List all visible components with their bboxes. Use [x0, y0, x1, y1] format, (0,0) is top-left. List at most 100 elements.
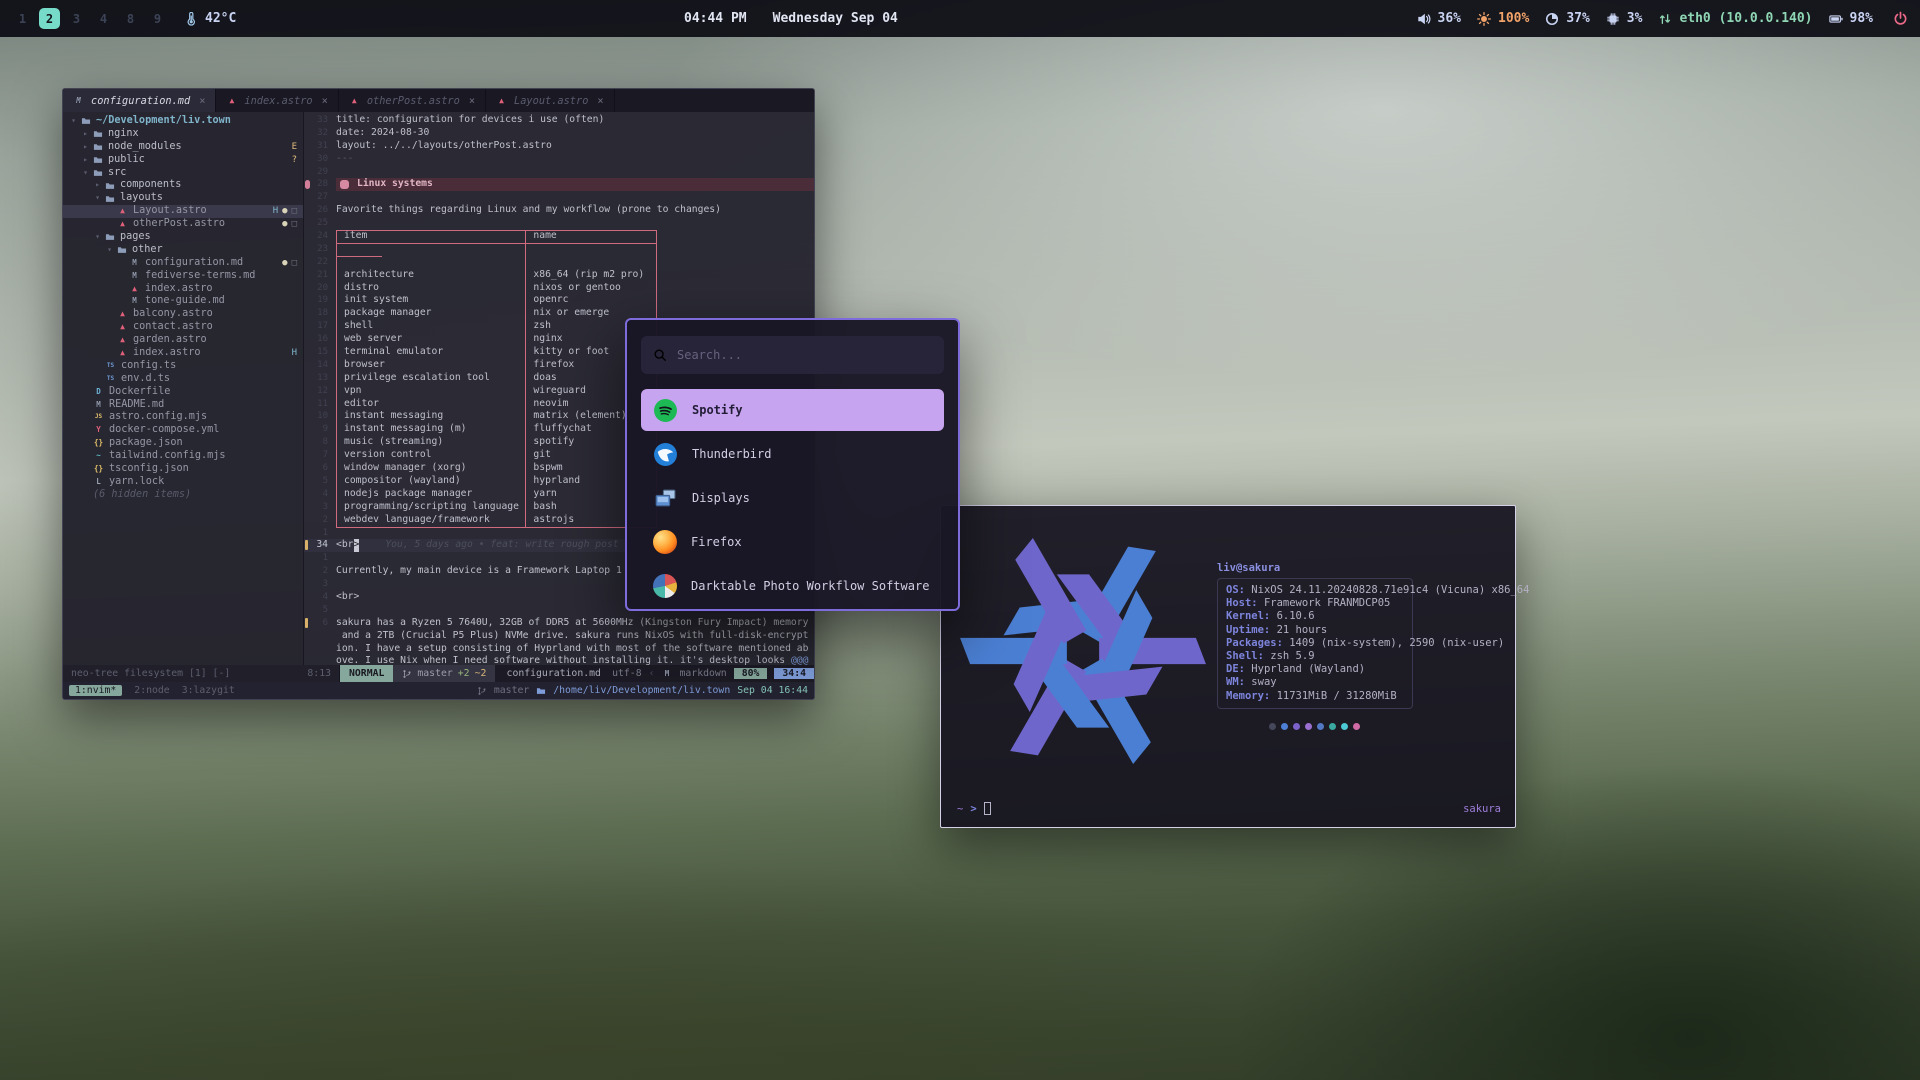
chevron-right-icon[interactable]: ▸	[93, 179, 102, 192]
clock-date: Wednesday Sep 04	[773, 11, 898, 26]
search-bar[interactable]: Search...	[641, 336, 944, 374]
tree-item-yarn.lock[interactable]: yarn.lock	[63, 476, 303, 489]
markdown-icon	[662, 668, 673, 679]
shell-prompt[interactable]: ~ >	[957, 802, 991, 815]
truncation-marker: @@@	[791, 655, 809, 665]
git-status-badge: ?	[292, 154, 297, 167]
tab-Layout.astro[interactable]: Layout.astro ×	[486, 89, 615, 112]
table-cell-item: compositor (wayland)	[336, 475, 525, 488]
table-cell-item: instant messaging (m)	[336, 423, 525, 436]
network-module[interactable]: eth0 (10.0.0.140)	[1658, 11, 1812, 26]
tree-item-env.d.ts[interactable]: env.d.ts	[63, 373, 303, 386]
tmux-window-3:lazygit[interactable]: 3:lazygit	[182, 685, 235, 696]
app-item-Displays[interactable]: Displays	[641, 477, 944, 519]
chevron-right-icon[interactable]: ▸	[81, 128, 90, 141]
tree-item-index.astro[interactable]: index.astro H	[63, 347, 303, 360]
close-tab-icon[interactable]: ×	[469, 95, 475, 107]
tmux-window-1:nvim*[interactable]: 1:nvim*	[69, 685, 122, 696]
sign-column	[304, 475, 312, 488]
tree-item-configuration.md[interactable]: configuration.md●□	[63, 257, 303, 270]
battery-module[interactable]: 98%	[1829, 11, 1873, 26]
app-item-Spotify[interactable]: Spotify	[641, 389, 944, 431]
close-tab-icon[interactable]: ×	[322, 95, 328, 107]
tab-configuration.md[interactable]: configuration.md×	[63, 89, 216, 112]
tmux-git-branch: master	[494, 685, 529, 696]
tree-item-config.ts[interactable]: config.ts	[63, 360, 303, 373]
tree-item-garden.astro[interactable]: garden.astro	[63, 334, 303, 347]
chevron-down-icon[interactable]: ▾	[93, 231, 102, 244]
tab-index.astro[interactable]: index.astro×	[216, 89, 338, 112]
tree-item-README.md[interactable]: README.md	[63, 399, 303, 412]
fetch-terminal-window[interactable]: liv@sakura OS: NixOS 24.11.20240828.71e9…	[940, 505, 1516, 828]
line-number: 16	[312, 333, 336, 346]
chevron-down-icon[interactable]: ▾	[105, 244, 114, 257]
tree-item-components[interactable]: ▸components	[63, 179, 303, 192]
tree-item-pages[interactable]: ▾pages	[63, 231, 303, 244]
app-label: Displays	[692, 491, 750, 505]
workspace-3[interactable]: 3	[66, 8, 87, 29]
tree-item-fediverse-terms.md[interactable]: fediverse-terms.md	[63, 270, 303, 283]
clock[interactable]: 04:44 PM Wednesday Sep 04	[684, 11, 898, 26]
chevron-down-icon[interactable]: ▾	[81, 167, 90, 180]
waybar-modules: 36% 100% 37% 3% eth0 (10.0.0.140) 98%	[1417, 11, 1873, 26]
tmux-windows: 1:nvim* 2:node 3:lazygit	[69, 685, 235, 696]
workspace-9[interactable]: 9	[147, 8, 168, 29]
tmux-window-2:node[interactable]: 2:node	[134, 685, 169, 696]
tree-item-(6 hidden items)[interactable]: (6 hidden items)	[63, 489, 303, 502]
sign-column	[304, 140, 312, 153]
tree-item-label: tailwind.config.mjs	[109, 450, 226, 463]
chevron-down-icon[interactable]: ▾	[69, 115, 78, 128]
temperature-module[interactable]: 42°C	[184, 11, 236, 26]
workspace-8[interactable]: 8	[120, 8, 141, 29]
close-tab-icon[interactable]: ×	[597, 95, 603, 107]
tree-item-tsconfig.json[interactable]: tsconfig.json	[63, 463, 303, 476]
tree-item-badges: H	[292, 347, 297, 360]
tree-item-docker-compose.yml[interactable]: docker-compose.yml	[63, 424, 303, 437]
brightness-module[interactable]: 100%	[1477, 11, 1529, 26]
app-item-Firefox[interactable]: Firefox	[641, 521, 944, 563]
git-added-count: +2	[458, 668, 470, 679]
heading-text: Linux systems	[357, 178, 433, 191]
line-number: 1	[312, 552, 336, 565]
app-label: Firefox	[691, 535, 742, 549]
tree-item-balcony.astro[interactable]: balcony.astro	[63, 308, 303, 321]
tree-item-contact.astro[interactable]: contact.astro	[63, 321, 303, 334]
tree-item-otherPost.astro[interactable]: otherPost.astro●□	[63, 218, 303, 231]
chevron-down-icon[interactable]: ▾	[93, 192, 102, 205]
tree-item-tailwind.config.mjs[interactable]: tailwind.config.mjs	[63, 450, 303, 463]
chevron-right-icon[interactable]: ▸	[81, 154, 90, 167]
tree-item-badges: H●□	[273, 205, 297, 218]
fetch-info-line: Shell: zsh 5.9	[1226, 650, 1404, 663]
table-cell-item: version control	[336, 449, 525, 462]
tree-item-astro.config.mjs[interactable]: astro.config.mjs	[63, 411, 303, 424]
workspace-2[interactable]: 2	[39, 8, 60, 29]
app-item-Thunderbird[interactable]: Thunderbird	[641, 433, 944, 475]
tree-item-Dockerfile[interactable]: Dockerfile	[63, 386, 303, 399]
tree-item-nginx[interactable]: ▸nginx	[63, 128, 303, 141]
tree-item-package.json[interactable]: package.json	[63, 437, 303, 450]
power-button[interactable]	[1893, 11, 1908, 26]
tree-item-Layout.astro[interactable]: Layout.astroH●□	[63, 205, 303, 218]
tree-item-index.astro[interactable]: index.astro	[63, 283, 303, 296]
tab-title: Layout.astro	[514, 95, 588, 107]
close-tab-icon[interactable]: ×	[199, 95, 205, 107]
tree-item-node_modules[interactable]: ▸node_modulesE	[63, 141, 303, 154]
chevron-right-icon[interactable]: ▸	[81, 141, 90, 154]
cpu-module[interactable]: 3%	[1606, 11, 1643, 26]
tree-item-other[interactable]: ▾other	[63, 244, 303, 257]
app-item-Darktable Photo Workflow Software[interactable]: Darktable Photo Workflow Software	[641, 565, 944, 607]
disk-module[interactable]: 37%	[1545, 11, 1589, 26]
tree-item-label: index.astro	[133, 347, 200, 360]
editor-line: 33title: configuration for devices i use…	[304, 114, 814, 127]
tree-item-~/Development/liv.town[interactable]: ▾~/Development/liv.town	[63, 115, 303, 128]
tree-item-src[interactable]: ▾src	[63, 167, 303, 180]
tab-otherPost.astro[interactable]: otherPost.astro×	[339, 89, 486, 112]
workspace-1[interactable]: 1	[12, 8, 33, 29]
workspace-4[interactable]: 4	[93, 8, 114, 29]
tree-item-public[interactable]: ▸public?	[63, 154, 303, 167]
tree-item-tone-guide.md[interactable]: tone-guide.md	[63, 295, 303, 308]
volume-module[interactable]: 36%	[1417, 11, 1461, 26]
tree-item-layouts[interactable]: ▾layouts	[63, 192, 303, 205]
editor-line: 21architecturex86_64 (rip m2 pro)	[304, 269, 814, 282]
tree-item-label: Dockerfile	[109, 386, 170, 399]
